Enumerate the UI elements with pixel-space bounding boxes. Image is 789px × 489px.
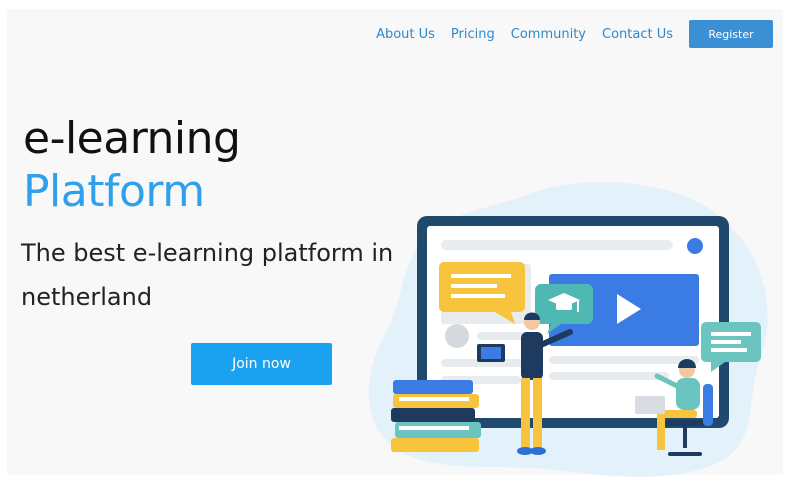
hero-subtitle: The best e-learning platform in netherla… <box>21 239 394 311</box>
book-stack-icon <box>391 380 481 452</box>
nav-link-community[interactable]: Community <box>511 27 586 42</box>
register-button[interactable]: Register <box>689 20 773 48</box>
hero-title-line2: Platform <box>23 166 205 217</box>
hero-title-line1: e-learning <box>23 113 241 164</box>
top-nav: About Us Pricing Community Contact Us Re… <box>376 9 783 59</box>
landing-page: About Us Pricing Community Contact Us Re… <box>7 9 783 477</box>
nav-link-about-us[interactable]: About Us <box>376 27 435 42</box>
hero-illustration <box>368 182 768 477</box>
laptop-icon <box>635 396 665 414</box>
status-dot <box>687 238 703 254</box>
nav-link-pricing[interactable]: Pricing <box>451 27 495 42</box>
nav-link-contact-us[interactable]: Contact Us <box>602 27 673 42</box>
join-now-button[interactable]: Join now <box>191 343 332 385</box>
